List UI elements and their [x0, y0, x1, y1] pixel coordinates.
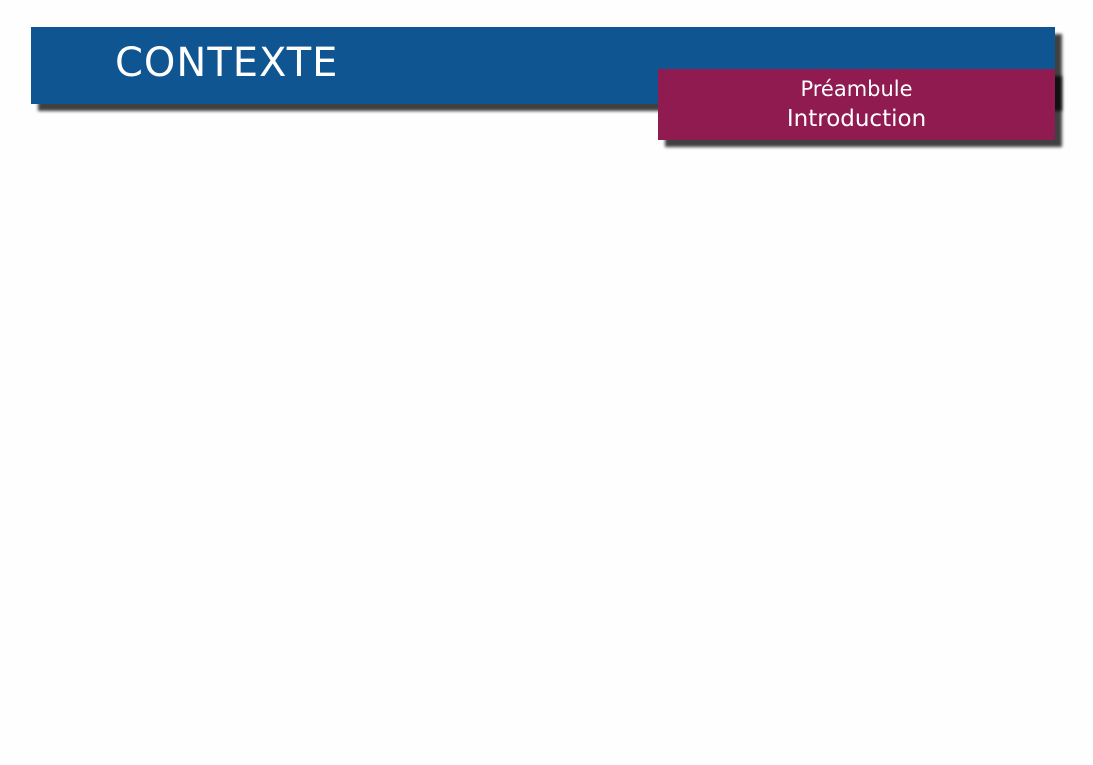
- section-label: Préambule: [800, 77, 913, 101]
- section-indicator-box: Préambule Introduction: [658, 69, 1055, 140]
- slide-title: CONTEXTE: [115, 40, 339, 86]
- subsection-label: Introduction: [786, 106, 927, 132]
